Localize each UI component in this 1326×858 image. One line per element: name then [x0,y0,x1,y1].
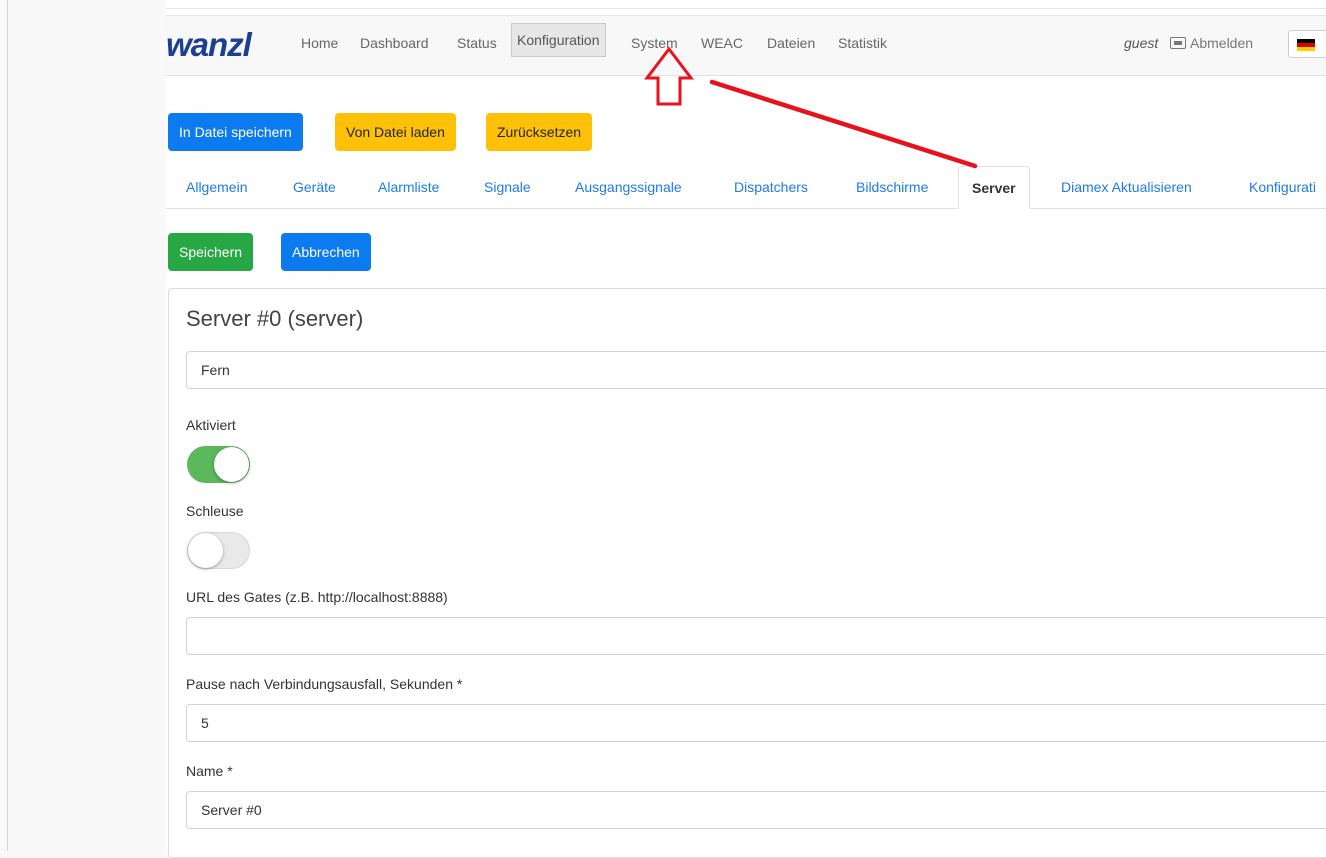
tab-allgemein[interactable]: Allgemein [186,166,247,208]
tab-server[interactable]: Server [958,166,1030,209]
server-name-input[interactable]: Server #0 [186,791,1326,829]
logout-icon [1170,37,1186,49]
pause-label: Pause nach Verbindungsausfall, Sekunden … [186,676,463,692]
load-from-file-button[interactable]: Von Datei laden [335,113,456,151]
config-tabs: Allgemein Geräte Alarmliste Signale Ausg… [166,166,1326,209]
server-card-title: Server #0 (server) [186,306,364,331]
top-navbar: wanzl Home Dashboard Status Konfiguratio… [166,15,1326,76]
toggle-knob [188,533,223,568]
tab-alarmliste[interactable]: Alarmliste [378,166,439,208]
pause-seconds-input[interactable]: 5 [186,704,1326,742]
tab-bildschirme[interactable]: Bildschirme [856,166,928,208]
tab-ausgangssignale[interactable]: Ausgangssignale [575,166,682,208]
language-selector[interactable] [1288,30,1326,58]
brand-logo[interactable]: wanzl [166,26,252,64]
nav-weac[interactable]: WEAC [701,30,743,56]
url-label: URL des Gates (z.B. http://localhost:888… [186,589,448,605]
tab-konfiguration[interactable]: Konfigurati [1249,166,1316,208]
nav-dashboard[interactable]: Dashboard [360,30,429,56]
reset-button[interactable]: Zurücksetzen [486,113,593,151]
server-type-select[interactable]: Fern [186,351,1326,389]
tab-geraete[interactable]: Geräte [293,166,336,208]
enabled-toggle[interactable] [187,446,250,483]
german-flag-icon [1297,39,1315,51]
nav-system[interactable]: System [631,30,678,56]
gate-url-input[interactable] [186,617,1326,655]
nav-konfiguration[interactable]: Konfiguration [511,23,606,57]
nav-home[interactable]: Home [301,30,338,56]
nav-statistik[interactable]: Statistik [838,30,887,56]
cancel-button[interactable]: Abbrechen [281,233,371,271]
name-label: Name * [186,763,233,779]
top-divider [166,8,1326,9]
tab-diamex-aktualisieren[interactable]: Diamex Aktualisieren [1061,166,1192,208]
enabled-label: Aktiviert [186,417,236,433]
toggle-knob [214,447,249,482]
current-user: guest [1124,35,1159,51]
logout-label: Abmelden [1190,35,1254,51]
tab-signale[interactable]: Signale [484,166,531,208]
save-button[interactable]: Speichern [168,233,254,271]
logout-link[interactable]: Abmelden [1170,30,1253,56]
gate-toggle[interactable] [187,532,250,569]
tab-dispatchers[interactable]: Dispatchers [734,166,808,208]
save-to-file-button[interactable]: In Datei speichern [168,113,303,151]
nav-status[interactable]: Status [457,30,497,56]
left-page-border [7,0,8,851]
gate-label: Schleuse [186,503,244,519]
nav-dateien[interactable]: Dateien [767,30,815,56]
